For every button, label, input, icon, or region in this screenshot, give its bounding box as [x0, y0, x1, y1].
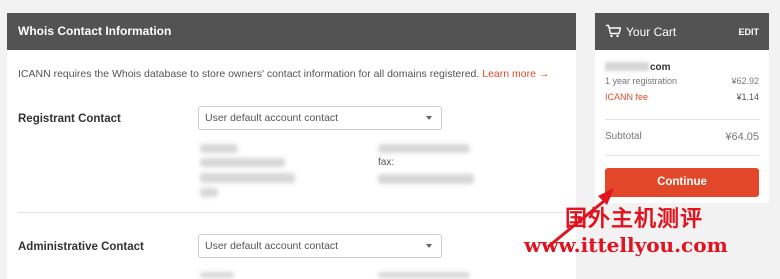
- watermark-url-text: www.ittellyou.com: [524, 233, 728, 257]
- watermark-chinese-text: 国外主机测评: [565, 206, 704, 232]
